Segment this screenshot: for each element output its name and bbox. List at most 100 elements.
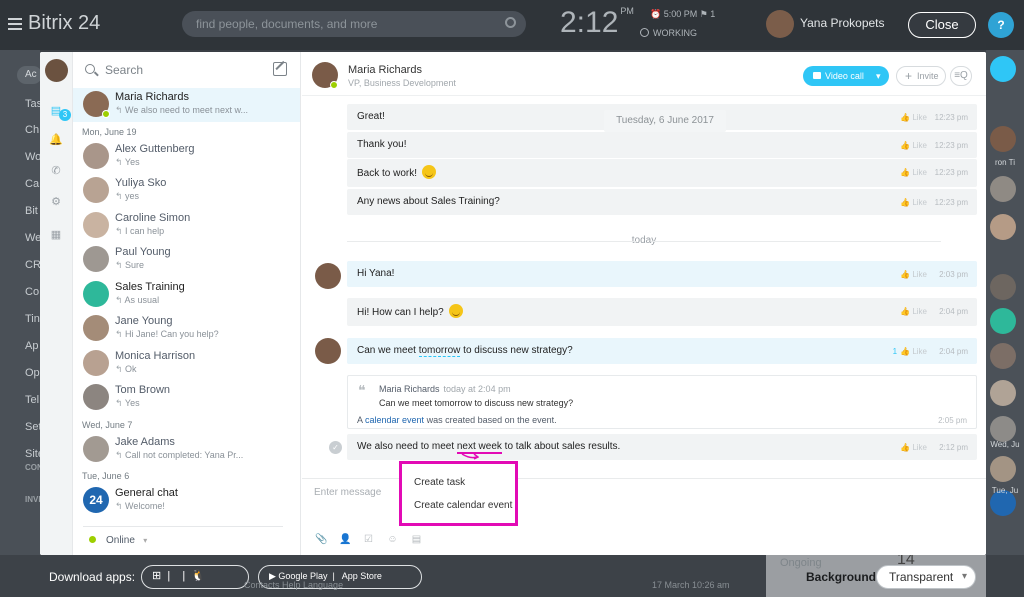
recent-contact-avatar[interactable] <box>990 380 1016 406</box>
chat-list-item[interactable]: Monica Harrison Ok <box>73 347 300 381</box>
portal-menu-item[interactable]: We <box>0 232 40 244</box>
file-icon[interactable]: ▤ <box>411 534 422 545</box>
portal-menu-item[interactable]: Op <box>0 367 40 379</box>
recent-contact-avatar[interactable] <box>990 343 1016 369</box>
footer-links[interactable]: Contacts Help Language <box>244 580 343 590</box>
portal-menu-item[interactable]: Co <box>0 286 40 298</box>
portal-search-input[interactable]: find people, documents, and more <box>182 11 526 37</box>
unread-badge: 3 <box>59 109 71 121</box>
create-task-item[interactable]: Create task <box>414 477 465 488</box>
chat-list-item[interactable]: Tom Brown Yes <box>73 381 300 415</box>
status-selector[interactable]: Online ▾ <box>83 526 283 546</box>
chat-search-button[interactable]: ≡Q <box>950 66 972 86</box>
message[interactable]: Hi Yana! 👍 Like 2:03 pm <box>347 261 977 287</box>
recent-contact-avatar[interactable] <box>990 214 1016 240</box>
message-text-content: Hi! How can I help? <box>357 307 444 318</box>
chat-search-input[interactable]: Search <box>83 63 273 81</box>
menu-icon[interactable] <box>8 22 22 25</box>
help-button[interactable]: ? <box>988 12 1014 38</box>
desktop-apps-button[interactable]: ⊞ | | 🐧 <box>141 565 249 589</box>
user-menu[interactable]: Yana Prokopets <box>766 10 885 38</box>
user-icon[interactable]: 👤 <box>339 534 351 545</box>
like-button[interactable]: 👍 Like <box>900 307 927 316</box>
chat-avatar <box>83 280 109 307</box>
message-time: 2:04 pm <box>939 307 968 316</box>
chevron-down-icon[interactable]: ▾ <box>876 66 881 86</box>
chat-list-item[interactable]: Yuliya Sko yes <box>73 174 300 208</box>
video-call-button[interactable]: Video call ▾ <box>803 66 889 86</box>
portal-menu-item[interactable]: Tas <box>0 98 40 110</box>
chevron-down-icon: ▾ <box>143 536 148 545</box>
portal-menu-item[interactable]: Ap <box>0 340 40 352</box>
chat-list-item[interactable]: 24 General chat Welcome! <box>73 484 300 518</box>
acc-tab[interactable]: Ac <box>17 66 42 84</box>
notes-icon[interactable]: ▦ <box>49 228 63 242</box>
clock[interactable]: 2:12 PM <box>560 6 634 40</box>
chat-list-item[interactable]: Alex Guttenberg Yes <box>73 140 300 174</box>
portal-menu-section[interactable]: CONFI <box>25 463 40 472</box>
chat-list-item[interactable]: Sales Training As usual <box>73 278 300 312</box>
date-keyword-tomorrow[interactable]: tomorrow <box>418 345 461 357</box>
portal-menu-item[interactable]: Set <box>0 421 40 433</box>
like-button[interactable]: 👍 Like <box>900 141 927 150</box>
message[interactable]: Any news about Sales Training? 👍 Like 12… <box>347 189 977 215</box>
settings-icon[interactable]: ⚙ <box>49 195 63 209</box>
recent-contact-avatar[interactable] <box>990 308 1016 334</box>
chat-list-item[interactable]: Jane Young Hi Jane! Can you help? <box>73 312 300 346</box>
portal-menu-item[interactable]: Ca <box>0 178 40 190</box>
phone-icon[interactable]: ✆ <box>49 164 63 178</box>
portal-menu-item[interactable]: Sites <box>0 448 40 460</box>
recent-contact-avatar[interactable] <box>990 176 1016 202</box>
like-button[interactable]: 👍 Like <box>900 168 927 177</box>
attach-icon[interactable]: 📎 <box>315 534 327 545</box>
calendar-event-link[interactable]: calendar event <box>365 415 424 425</box>
message[interactable]: We also need to meet next week to talk a… <box>347 434 977 460</box>
invite-button[interactable]: Invite <box>896 66 946 86</box>
message[interactable]: Thank you! 👍 Like 12:23 pm <box>347 132 977 158</box>
like-button[interactable]: 👍 Like <box>900 443 927 452</box>
input-placeholder: Enter message <box>314 487 382 498</box>
work-status[interactable]: WORKING <box>640 28 697 38</box>
portal-menu-item[interactable]: Tin <box>0 313 40 325</box>
message[interactable]: Back to work! 👍 Like 12:23 pm <box>347 159 977 187</box>
chat-preview: Hi Jane! Can you help? <box>115 329 287 340</box>
message[interactable]: Hi! How can I help? 👍 Like 2:04 pm <box>347 298 977 326</box>
date-separator: Tuesday, 6 June 2017 <box>604 110 726 132</box>
create-calendar-event-item[interactable]: Create calendar event <box>414 500 512 511</box>
notifications-icon[interactable]: 🔔 <box>49 133 63 147</box>
recent-contact-avatar[interactable] <box>990 456 1016 482</box>
chat-list-item[interactable]: Maria Richards We also need to meet next … <box>73 88 300 122</box>
chat-list-item[interactable]: Caroline Simon I can help <box>73 209 300 243</box>
portal-menu-item[interactable]: Ch <box>0 124 40 136</box>
recent-contact-avatar[interactable] <box>990 126 1016 152</box>
notifications-bell-icon[interactable] <box>990 56 1016 82</box>
like-button[interactable]: 👍 Like <box>900 198 927 207</box>
contact-name[interactable]: Maria Richards <box>348 64 422 76</box>
message[interactable]: Can we meet tomorrow to discuss new stra… <box>347 338 977 364</box>
portal-menu-item[interactable]: Tel <box>0 394 40 406</box>
chat-preview: Sure <box>115 260 287 271</box>
chat-list-item[interactable]: Jake Adams Call not completed: Yana Pr... <box>73 433 300 467</box>
my-avatar[interactable] <box>45 59 68 82</box>
emoji-icon[interactable]: ☺ <box>387 534 398 545</box>
background-select[interactable]: Transparent <box>876 565 976 589</box>
close-button[interactable]: Close <box>908 12 976 38</box>
portal-menu-item[interactable]: Bit <box>0 205 40 217</box>
user-avatar <box>766 10 794 38</box>
chat-preview: Yes <box>115 157 287 168</box>
portal-menu-item[interactable]: Wo <box>0 151 40 163</box>
task-icon[interactable]: ☑ <box>363 534 374 545</box>
portal-logo[interactable]: Bitrix 24 <box>8 12 100 35</box>
like-button[interactable]: 1 👍 Like <box>893 347 927 356</box>
recent-contact-avatar[interactable] <box>990 416 1016 442</box>
quoted-message[interactable]: ❝ Maria Richards today at 2:04 pm Can we … <box>347 375 977 429</box>
like-button[interactable]: 👍 Like <box>900 113 927 122</box>
portal-menu-section[interactable]: INVITE <box>25 495 40 504</box>
like-label: Like <box>912 347 927 356</box>
like-button[interactable]: 👍 Like <box>900 270 927 279</box>
chat-list-item[interactable]: Paul Young Sure <box>73 243 300 277</box>
message-text-content: Back to work! <box>357 168 418 179</box>
compose-icon[interactable] <box>273 62 287 76</box>
recent-contact-avatar[interactable] <box>990 274 1016 300</box>
portal-menu-item[interactable]: CR <box>0 259 40 271</box>
